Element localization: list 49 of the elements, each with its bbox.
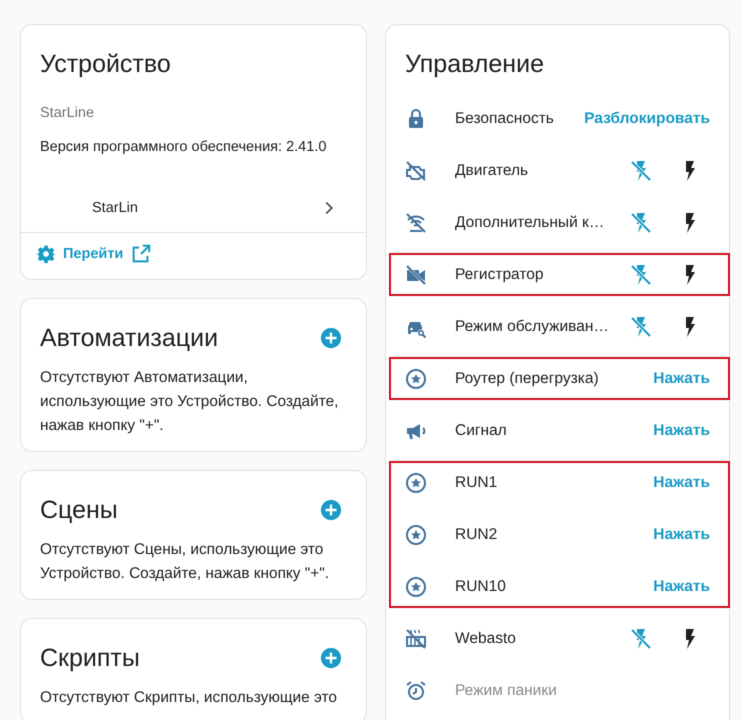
entity-name: Безопасность: [455, 110, 555, 128]
entity-name: RUN1: [455, 474, 498, 492]
camera-off-icon: [404, 263, 428, 287]
empty-message: Отсутствуют Сцены, использующие это Устройство. Создайте, нажав кнопку "+".: [39, 540, 330, 584]
empty-message: Отсутствуют Скрипты, использующие это: [39, 688, 338, 708]
press-button[interactable]: Разблокировать: [584, 110, 710, 128]
entity-name: RUN2: [455, 526, 498, 544]
entity-name: Роутер (перегрузка): [455, 370, 600, 388]
card-title: Скрипты: [40, 643, 140, 674]
star-circle-icon: [404, 523, 428, 547]
plus-circle-icon[interactable]: [320, 327, 342, 349]
manufacturer-text: StarLine: [39, 104, 96, 123]
entity-name: Webasto: [455, 630, 517, 648]
star-circle-icon: [404, 575, 428, 599]
press-button[interactable]: Нажать: [653, 422, 710, 440]
alarm-clock-icon: [404, 679, 428, 703]
lightning-off-icon: [629, 159, 653, 183]
entity-name: Режим паники: [455, 682, 558, 700]
external-link-icon[interactable]: [130, 243, 152, 265]
press-button[interactable]: Нажать: [653, 578, 710, 596]
lightning-off-icon: [629, 211, 653, 235]
entity-name: Регистратор: [455, 266, 545, 284]
card-title: Управление: [405, 49, 544, 80]
firmware-text: Версия программного обеспечения: 2.41.0: [39, 138, 328, 157]
entity-name: Сигнал: [455, 422, 508, 440]
card-title: Устройство: [40, 49, 171, 80]
empty-message: Отсутствуют Автоматизации, использующие это Устройство. Создайте, нажав кнопку "+".: [39, 368, 340, 436]
entity-name: Двигатель: [455, 162, 530, 180]
plus-circle-icon[interactable]: [320, 647, 342, 669]
lightning-off-icon: [629, 315, 653, 339]
device-link[interactable]: StarLin: [21, 183, 366, 233]
open-link[interactable]: Перейти: [63, 246, 124, 262]
signal-off-icon: [404, 211, 428, 235]
lightning-off-icon: [629, 263, 653, 287]
entity-name: Дополнительный к…: [455, 214, 606, 232]
card-title: Сцены: [40, 495, 118, 526]
entity-name: Режим обслуживан…: [455, 318, 610, 336]
entity-name: RUN10: [455, 578, 507, 596]
star-circle-icon: [404, 471, 428, 495]
press-button[interactable]: Нажать: [653, 526, 710, 544]
star-circle-icon: [404, 367, 428, 391]
plus-circle-icon[interactable]: [320, 499, 342, 521]
card-title: Автоматизации: [40, 323, 218, 354]
lightning-off-icon: [629, 627, 653, 651]
radiator-off-icon: [404, 627, 428, 651]
engine-off-icon: [404, 159, 428, 183]
settings-icon: [36, 244, 56, 264]
press-button[interactable]: Нажать: [653, 370, 710, 388]
press-button[interactable]: Нажать: [653, 474, 710, 492]
